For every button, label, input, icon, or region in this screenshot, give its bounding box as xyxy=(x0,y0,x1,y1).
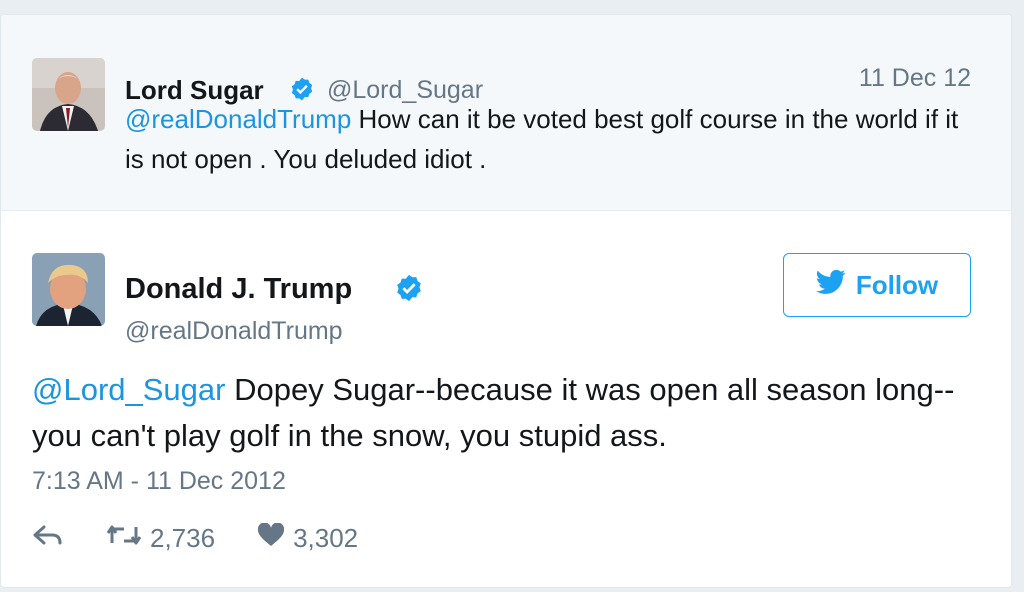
main-author-name[interactable]: Donald J. Trump xyxy=(125,273,352,306)
reply-icon xyxy=(32,523,64,554)
verified-icon xyxy=(394,273,424,303)
like-button[interactable]: 3,302 xyxy=(257,522,359,554)
main-author-handle[interactable]: @realDonaldTrump xyxy=(125,317,343,346)
tweet-timestamp[interactable]: 7:13 AM - 11 Dec 2012 xyxy=(32,467,286,496)
like-count: 3,302 xyxy=(293,523,359,553)
tweet-actions: 2,736 3,302 xyxy=(32,522,400,554)
parent-tweet-date[interactable]: 11 Dec 12 xyxy=(859,64,971,93)
follow-button[interactable]: Follow xyxy=(783,253,971,317)
heart-icon xyxy=(257,522,285,554)
retweet-icon xyxy=(106,523,142,554)
parent-tweet-text: @realDonaldTrump How can it be voted bes… xyxy=(125,99,965,179)
follow-label: Follow xyxy=(855,269,939,300)
avatar-donald-trump[interactable] xyxy=(32,253,105,326)
retweet-button[interactable]: 2,736 xyxy=(106,523,215,554)
retweet-count: 2,736 xyxy=(150,523,216,553)
reply-button[interactable] xyxy=(32,523,64,554)
main-tweet-text: @Lord_Sugar Dopey Sugar--because it was … xyxy=(32,367,972,459)
parent-tweet: Lord Sugar @Lord_Sugar 11 Dec 12 @realDo… xyxy=(1,15,1011,211)
parent-mention-link[interactable]: @realDonaldTrump xyxy=(125,104,351,134)
avatar-lord-sugar[interactable] xyxy=(32,58,105,131)
main-mention-link[interactable]: @Lord_Sugar xyxy=(32,372,225,407)
twitter-bird-icon xyxy=(815,269,846,302)
tweet-embed: Lord Sugar @Lord_Sugar 11 Dec 12 @realDo… xyxy=(0,14,1012,588)
